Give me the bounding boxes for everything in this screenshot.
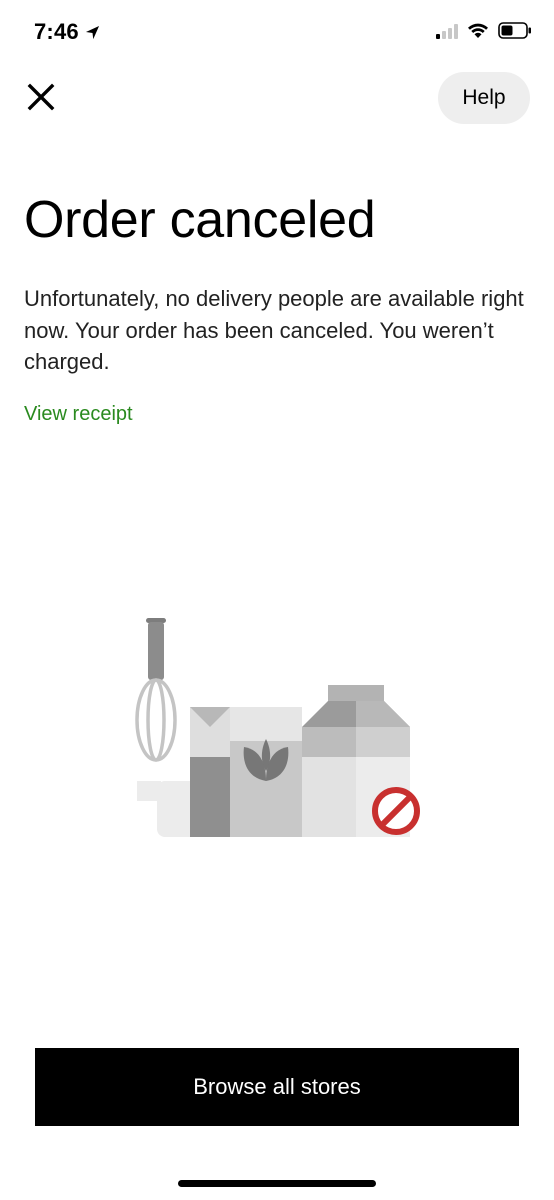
cancel-message: Unfortunately, no delivery people are av… [24,286,524,374]
status-time: 7:46 [34,19,79,44]
whisk-icon [135,618,177,762]
page-title: Order canceled [24,191,376,249]
battery-icon [498,22,531,39]
grocery-canceled-illustration [135,618,420,837]
status-icons [436,22,532,39]
close-button[interactable] [24,80,58,114]
cellular-signal-icon [436,23,458,39]
flour-bag-icon [190,707,302,837]
status-time-group: 7:46 [34,19,100,45]
view-receipt-link[interactable]: View receipt [24,403,133,426]
home-indicator [178,1180,376,1187]
wifi-icon [468,23,488,38]
prohibited-icon [372,787,420,835]
status-bar: 7:46 [0,0,554,66]
browse-all-stores-button[interactable]: Browse all stores [35,1048,519,1126]
location-arrow-icon [85,25,99,39]
help-button[interactable]: Help [438,72,530,124]
close-icon [27,83,55,111]
